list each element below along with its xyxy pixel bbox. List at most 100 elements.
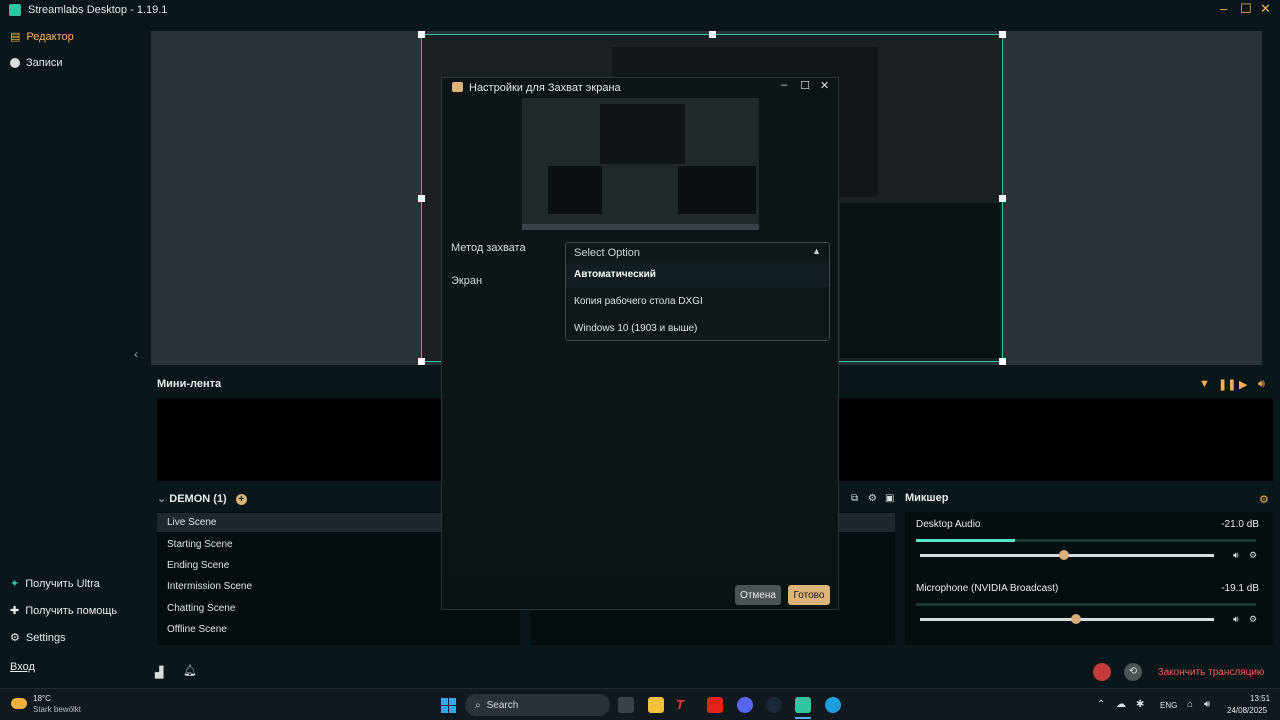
taskbar-search[interactable]: ⌕ Search <box>465 694 610 716</box>
streamlabs-logo-icon <box>9 4 21 16</box>
mute-icon[interactable]: 🔊︎ <box>1233 550 1239 561</box>
nav-item-label: Записи <box>26 57 63 69</box>
mute-icon[interactable]: 🔊︎ <box>1233 614 1239 625</box>
scene-item[interactable]: Offline Scene <box>167 624 227 635</box>
end-stream-button[interactable]: Закончить трансляцию <box>1152 662 1270 682</box>
weather-temperature[interactable]: 18°C <box>33 694 51 703</box>
network-icon[interactable]: ⌂ <box>1187 699 1193 710</box>
resize-handle[interactable] <box>999 358 1006 365</box>
login-link[interactable]: Вход <box>10 661 35 673</box>
clock-time[interactable]: 13:51 <box>1250 694 1270 703</box>
nested-screen-capture <box>678 166 756 214</box>
speaker-icon[interactable]: 🔊︎ <box>1204 699 1210 710</box>
close-icon[interactable]: ✕ <box>820 79 829 92</box>
select-option[interactable]: Копия рабочего стола DXGI <box>566 288 829 314</box>
resize-handle[interactable] <box>999 31 1006 38</box>
done-button[interactable]: Готово <box>788 585 830 605</box>
dialog-title: Настройки для Захват экрана <box>469 82 621 94</box>
minimize-icon[interactable]: – <box>1220 1 1227 16</box>
windows-taskbar: 18°C Stark bewölkt ⌕ Search T ⌃ ☁ ✱ ENG … <box>0 688 1280 720</box>
discord-icon[interactable] <box>737 697 753 713</box>
search-icon: ⌕ <box>475 699 481 711</box>
caret-up-icon[interactable]: ▲ <box>812 246 821 256</box>
filter-icon[interactable]: ▼ <box>1199 378 1210 390</box>
resize-handle[interactable] <box>418 358 425 365</box>
audio-meter <box>916 539 1256 542</box>
text-editor-icon[interactable]: T <box>676 697 692 713</box>
streamlabs-logo-icon <box>452 82 463 92</box>
maximize-icon[interactable]: ☐ <box>1240 1 1252 17</box>
volume-icon[interactable]: 🔊︎ <box>1258 378 1265 391</box>
mixer-panel: Desktop Audio -21.0 dB 🔊︎ ⚙ Microphone (… <box>905 512 1273 645</box>
notifications-icon[interactable]: 🔔︎ <box>183 664 197 677</box>
channel-settings-icon[interactable]: ⚙ <box>1249 550 1257 561</box>
scene-collection-title[interactable]: ⌄ DEMON (1) + <box>157 492 247 505</box>
capture-method-select[interactable]: Select Option ▲ Автоматический Копия раб… <box>565 242 830 341</box>
source-groups-icon[interactable]: ⧉ <box>851 493 858 504</box>
mixer-channel-db: -19.1 dB <box>1221 583 1259 594</box>
task-view-icon[interactable] <box>618 697 634 713</box>
scene-item[interactable]: Chatting Scene <box>167 603 235 614</box>
tray-bluetooth-icon[interactable]: ✱ <box>1136 699 1144 710</box>
active-app-indicator <box>795 717 811 719</box>
capture-method-label: Метод захвата <box>451 242 526 254</box>
file-explorer-icon[interactable] <box>648 697 664 713</box>
volume-slider-knob[interactable] <box>1059 550 1070 560</box>
nav-item-editor[interactable]: ▤ Редактор <box>10 30 74 44</box>
close-icon[interactable]: ✕ <box>1260 1 1271 17</box>
pause-icon[interactable]: ❚❚ <box>1218 378 1236 391</box>
add-folder-icon[interactable]: ▣ <box>885 493 894 504</box>
nav-item-recordings[interactable]: Записи <box>10 57 63 69</box>
windows-start-icon[interactable] <box>441 698 456 713</box>
resize-handle[interactable] <box>418 195 425 202</box>
keyboard-language[interactable]: ENG <box>1160 701 1177 710</box>
resize-handle[interactable] <box>709 31 716 38</box>
source-settings-dialog: Настройки для Захват экрана – ☐ ✕ Метод … <box>441 77 839 610</box>
youtube-icon[interactable] <box>707 697 723 713</box>
select-option[interactable]: Windows 10 (1903 и выше) <box>566 315 829 341</box>
gear-icon: ⚙ <box>10 632 20 644</box>
mixer-settings-icon[interactable]: ⚙ <box>1259 493 1269 506</box>
cancel-button[interactable]: Отмена <box>735 585 781 605</box>
volume-slider[interactable] <box>920 550 1214 560</box>
left-nav: ▤ Редактор Записи ✦ Получить Ultra ✚ Пол… <box>0 20 134 688</box>
weather-description[interactable]: Stark bewölkt <box>33 705 81 714</box>
weather-cloudy-icon[interactable] <box>11 698 27 709</box>
volume-slider[interactable] <box>920 614 1214 624</box>
audio-meter <box>916 603 1256 606</box>
scene-item[interactable]: Intermission Scene <box>167 581 252 592</box>
select-option[interactable]: Автоматический <box>566 261 829 287</box>
tray-overflow-icon[interactable]: ⌃ <box>1097 699 1105 710</box>
clock-date[interactable]: 24/08/2025 <box>1227 706 1267 715</box>
steam-icon[interactable] <box>766 697 782 713</box>
maximize-icon[interactable]: ☐ <box>800 79 810 92</box>
nav-item-label: Редактор <box>26 30 74 43</box>
editor-icon: ▤ <box>10 31 21 43</box>
add-scene-icon[interactable]: + <box>235 494 247 505</box>
streamlabs-taskbar-icon[interactable] <box>795 697 811 713</box>
record-button[interactable] <box>1093 663 1111 681</box>
stats-icon[interactable]: ▟ <box>155 666 163 679</box>
nav-item-settings[interactable]: ⚙ Settings <box>10 631 66 645</box>
skip-icon[interactable]: ▶ <box>1239 378 1247 391</box>
source-settings-icon[interactable]: ⚙ <box>868 493 877 504</box>
screen-label: Экран <box>451 275 483 287</box>
scene-item[interactable]: Ending Scene <box>167 560 229 571</box>
nested-screen-capture <box>548 166 602 214</box>
collapse-sidebar-icon[interactable]: ‹ <box>134 347 138 361</box>
replay-buffer-icon[interactable]: ⟲ <box>1124 663 1142 681</box>
nav-item-ultra[interactable]: ✦ Получить Ultra <box>10 577 100 591</box>
nav-item-label: Получить помощь <box>25 604 118 617</box>
resize-handle[interactable] <box>999 195 1006 202</box>
select-placeholder[interactable]: Select Option <box>574 247 640 259</box>
nav-item-label: Settings <box>25 631 66 644</box>
nav-item-help[interactable]: ✚ Получить помощь <box>10 604 118 618</box>
scene-item[interactable]: Live Scene <box>167 517 216 528</box>
resize-handle[interactable] <box>418 31 425 38</box>
tray-app-icon[interactable]: ☁ <box>1116 699 1126 710</box>
volume-slider-knob[interactable] <box>1070 614 1081 624</box>
edge-icon[interactable] <box>825 697 841 713</box>
channel-settings-icon[interactable]: ⚙ <box>1249 614 1257 625</box>
scene-item[interactable]: Starting Scene <box>167 539 233 550</box>
minimize-icon[interactable]: – <box>781 79 787 91</box>
